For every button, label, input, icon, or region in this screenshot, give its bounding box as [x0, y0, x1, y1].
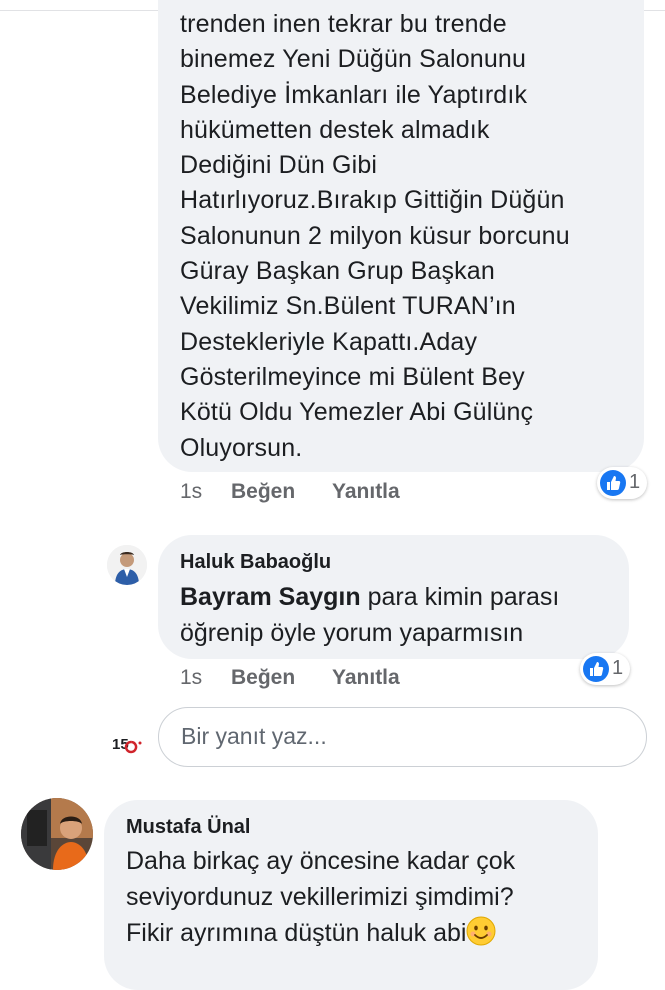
comment-text: trenden inen tekrar bu trende binemez Ye… — [180, 10, 570, 462]
avatar[interactable] — [21, 798, 93, 870]
comment-text: Daha birkaç ay öncesine kadar çok seviyo… — [126, 843, 596, 951]
reply-button[interactable]: Yanıtla — [332, 666, 400, 690]
like-button[interactable]: Beğen — [231, 480, 295, 504]
comment-text: Bayram Saygın para kimin parası öğrenip … — [180, 579, 559, 651]
like-button[interactable]: Beğen — [231, 666, 295, 690]
comment-bubble: Haluk Babaoğlu Bayram Saygın para kimin … — [158, 535, 629, 659]
avatar[interactable] — [107, 545, 147, 585]
smile-emoji-icon — [466, 916, 496, 946]
reply-input[interactable] — [179, 722, 623, 751]
comment-actions: 1s Beğen Yanıtla — [0, 480, 665, 508]
comment-bubble: Mustafa Ünal Daha birkaç ay öncesine kad… — [104, 800, 598, 990]
reply-input-container[interactable] — [158, 707, 647, 767]
comment-bubble: trenden inen tekrar bu trende binemez Ye… — [158, 0, 644, 472]
reply-button[interactable]: Yanıtla — [332, 480, 400, 504]
comment-body: Daha birkaç ay öncesine kadar çok seviyo… — [126, 847, 516, 947]
current-user-avatar[interactable]: 15 — [106, 723, 146, 763]
timestamp[interactable]: 1s — [180, 666, 202, 690]
comment-author[interactable]: Haluk Babaoğlu — [180, 551, 331, 574]
comment-actions: 1s Beğen Yanıtla — [0, 666, 665, 694]
timestamp[interactable]: 1s — [180, 480, 202, 504]
mention-link[interactable]: Bayram Saygın — [180, 583, 361, 611]
comment-author[interactable]: Mustafa Ünal — [126, 816, 250, 839]
